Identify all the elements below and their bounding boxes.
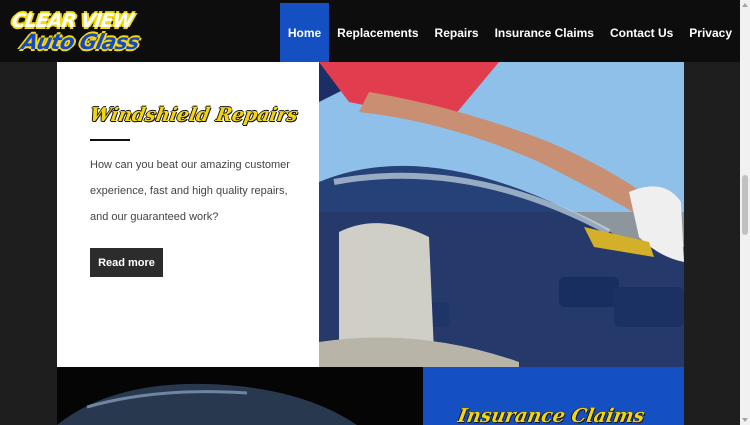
read-more-button[interactable]: Read more xyxy=(90,248,163,277)
repairs-description: How can you beat our amazing customer ex… xyxy=(90,159,290,223)
brand-logo[interactable]: CLEAR VIEW Auto Glass xyxy=(10,10,141,56)
title-divider xyxy=(90,139,130,141)
scroll-up-arrow-icon[interactable] xyxy=(742,3,748,7)
site-header: CLEAR VIEW Auto Glass Home Replacements … xyxy=(0,0,740,62)
scroll-down-arrow-icon[interactable] xyxy=(742,418,748,422)
main-nav: Home Replacements Repairs Insurance Clai… xyxy=(279,3,740,62)
logo-line-2: Auto Glass xyxy=(19,30,142,54)
windshield-repair-photo xyxy=(319,62,684,367)
repair-photo-illustration xyxy=(319,62,684,367)
insurance-title: Insurance Claims xyxy=(456,405,647,425)
car-photo-illustration xyxy=(57,383,357,425)
insurance-card: Insurance Claims xyxy=(423,367,684,425)
repairs-card: Windshield Repairs How can you beat our … xyxy=(57,62,319,367)
repairs-title: Windshield Repairs xyxy=(88,104,300,126)
nav-privacy[interactable]: Privacy xyxy=(681,3,740,62)
nav-insurance-claims[interactable]: Insurance Claims xyxy=(487,3,602,62)
insurance-car-photo xyxy=(57,367,423,425)
nav-replacements[interactable]: Replacements xyxy=(329,3,426,62)
nav-contact-us[interactable]: Contact Us xyxy=(602,3,681,62)
vertical-scrollbar[interactable] xyxy=(740,0,750,425)
logo-line-1: CLEAR VIEW xyxy=(10,10,135,32)
scroll-thumb[interactable] xyxy=(742,175,748,235)
nav-repairs[interactable]: Repairs xyxy=(427,3,487,62)
nav-home[interactable]: Home xyxy=(279,3,330,62)
